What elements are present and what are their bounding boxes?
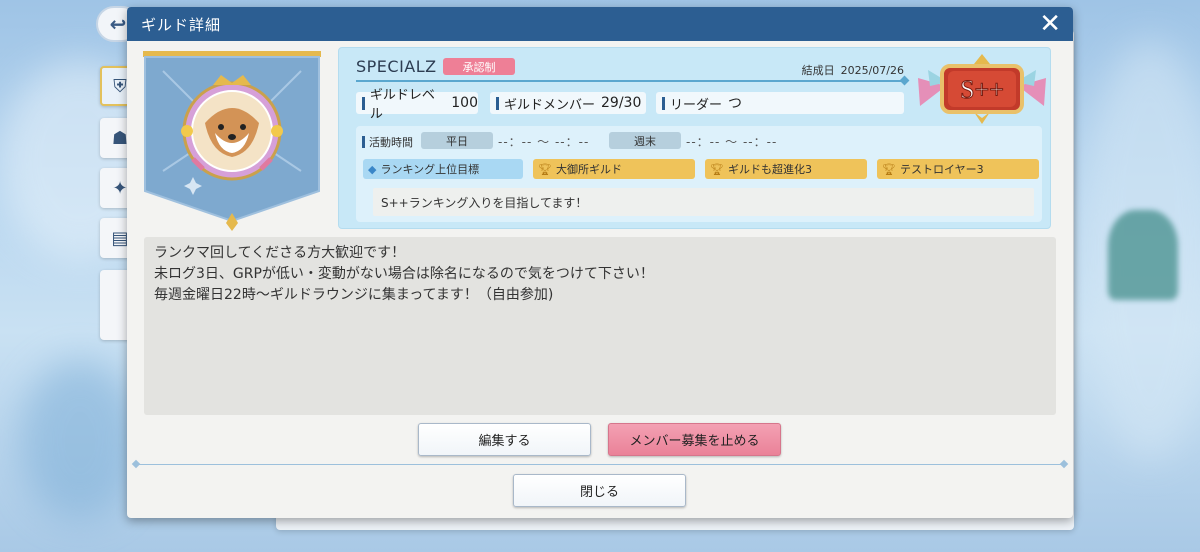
- founded-label: 結成日: [801, 64, 835, 77]
- tag-ranking-goal: ◆ ランキング上位目標: [363, 159, 523, 179]
- description-line: 毎週金曜日22時〜ギルドラウンジに集まってます！（自由参加): [154, 287, 554, 303]
- founded-value: 2025/07/26: [840, 64, 904, 77]
- founded-date: 結成日 2025/07/26: [802, 62, 904, 78]
- back-arrow-icon: ↩: [109, 12, 127, 36]
- activity-label: 活動時間: [362, 134, 413, 150]
- weekend-pill: 週末: [609, 132, 681, 149]
- guild-info-card: SPECIALZ 承認制 結成日 2025/07/26 S++ ギルドレベル 10…: [338, 47, 1051, 229]
- stat-label: ギルドレベル: [369, 88, 435, 122]
- weekday-pill: 平日: [421, 132, 493, 149]
- stat-value: 29/30: [601, 95, 642, 111]
- divider: [135, 464, 1065, 465]
- guild-name: SPECIALZ: [356, 57, 437, 76]
- stat-leader: リーダー つ: [656, 92, 904, 114]
- trophy-icon: 🏆︎: [710, 162, 724, 176]
- close-button[interactable]: 閉じる: [513, 474, 686, 507]
- tag-icon: ◆: [368, 162, 377, 176]
- bg-glow: [20, 360, 140, 520]
- guild-emblem: [143, 51, 321, 231]
- dialog-header: ギルド詳細 ✕: [127, 7, 1073, 41]
- ranking-icon: ✦: [112, 177, 128, 199]
- guild-emblem-banner: [143, 51, 321, 231]
- stat-bar: [496, 96, 499, 110]
- tag-label: 大御所ギルド: [555, 163, 622, 176]
- stat-value: 100: [451, 95, 478, 111]
- activity-box: 活動時間 平日 --：-- 〜 --：-- 週末 --：-- 〜 --：-- ◆…: [356, 126, 1042, 222]
- stat-label: ギルドメンバー: [504, 97, 596, 113]
- shield-icon: ⛨: [113, 75, 127, 97]
- tag-test-royer: 🏆︎ テストロイヤー3: [877, 159, 1039, 179]
- activity-label-text: 活動時間: [369, 136, 413, 149]
- tag-label: ランキング上位目標: [380, 163, 480, 176]
- tag-label: テストロイヤー3: [899, 163, 984, 176]
- guild-description: ランクマ回してくださる方大歓迎です！ 未ログ3日、GRPが低い・変動がない場合は…: [144, 237, 1056, 415]
- approval-badge: 承認制: [443, 58, 515, 75]
- trophy-icon: 🏆︎: [882, 162, 896, 176]
- tag-veteran-guild: 🏆︎ 大御所ギルド: [533, 159, 695, 179]
- weekday-time: --：-- 〜 --：--: [498, 135, 590, 149]
- trophy-icon: 🏆︎: [538, 162, 552, 176]
- person-icon: ☗: [111, 127, 129, 149]
- edit-button[interactable]: 編集する: [418, 423, 591, 456]
- tag-label: ギルドも超進化3: [727, 163, 812, 176]
- description-line: 未ログ3日、GRPが低い・変動がない場合は除名になるので気をつけて下さい！: [154, 266, 654, 282]
- name-underline: [356, 80, 904, 82]
- rank-emblem: S++: [918, 54, 1046, 124]
- dialog-title: ギルド詳細: [141, 15, 222, 34]
- description-line: ランクマ回してくださる方大歓迎です！: [154, 245, 406, 261]
- stat-bar: [662, 96, 665, 110]
- stat-guild-members: ギルドメンバー 29/30: [490, 92, 646, 114]
- stop-recruit-button[interactable]: メンバー募集を止める: [608, 423, 781, 456]
- guild-detail-dialog: ギルド詳細 ✕ SPECIALZ 承認制 結成日 2025/07/26 S++ …: [127, 7, 1073, 518]
- board-icon: ▤: [111, 227, 129, 249]
- stat-label: リーダー: [670, 97, 723, 113]
- guild-motto: S++ランキング入りを目指してます！: [373, 188, 1034, 216]
- weekend-time: --：-- 〜 --：--: [686, 135, 778, 149]
- stat-value: つ: [728, 96, 743, 112]
- close-icon[interactable]: ✕: [1039, 11, 1061, 37]
- tag-super-evolution: 🏆︎ ギルドも超進化3: [705, 159, 867, 179]
- bg-tree: [1108, 210, 1178, 300]
- rank-label: S++: [960, 75, 1004, 104]
- stat-guild-level: ギルドレベル 100: [356, 88, 478, 122]
- stat-bar: [362, 96, 365, 110]
- stat-bar: [362, 136, 365, 148]
